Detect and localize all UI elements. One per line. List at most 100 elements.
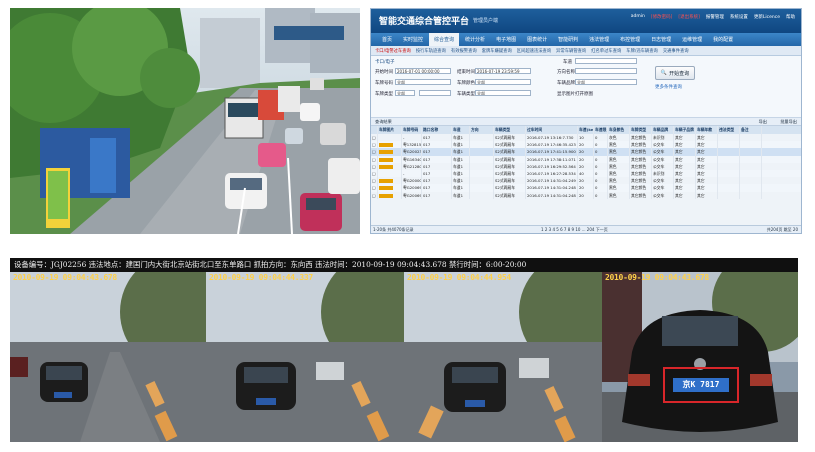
sub-nav: 卡口/电警过车查询 按行车轨迹查询 有效报警查询 套牌车嫌疑查询 区间超速违法查… [371,46,801,56]
open-original-checkbox[interactable]: 打开原图 [575,91,593,97]
cell-limit: 0 [594,155,608,163]
column-header: 车辆子品牌 [674,126,696,134]
row-checkbox[interactable]: □ [371,134,378,142]
plate-thumbnail[interactable] [378,177,402,185]
plate-input[interactable]: 全部 [395,79,451,85]
column-header: 方向 [470,126,494,134]
table-row[interactable]: □ 粤G20069 017 车道1 S2式两厢车 2016-07-19 14:31:04.… [371,191,801,199]
nav-item-config[interactable]: 我的配置 [708,33,738,46]
vehicle-type-select[interactable]: 全部 [475,90,531,96]
cell-ptype: 其它颜色 [630,184,652,192]
alarm-link[interactable]: 报警管理 [706,14,724,20]
subnav-item[interactable]: 交通事件查询 [663,48,689,54]
plate-thumbnail[interactable] [378,134,402,142]
table-row[interactable]: □ -017 车道1 S2式两厢车 2016-07-19 13:16:7.730 10 0 灰… [371,134,801,142]
cell-year: 其它 [696,134,718,142]
nav-item-query[interactable]: 综合查询 [429,33,460,46]
plate-color-select[interactable]: 全部 [475,79,531,85]
subnav-item[interactable]: 套牌车嫌疑查询 [482,48,512,54]
nav-item-logs[interactable]: 日志管理 [646,33,676,46]
table-row[interactable]: □ 粤132815 017 车道1 S2式两厢车 2016-07-19 17:46:35.… [371,141,801,149]
row-checkbox[interactable]: □ [371,191,378,199]
row-checkbox[interactable]: □ [371,162,378,170]
more-conditions-link[interactable]: 更多条件查询 [655,84,682,90]
table-row[interactable]: □ 粤G20069 017 车道1 S2式两厢车 2016-07-19 14:31:04.… [371,184,801,192]
cell-road: 017 [422,177,452,185]
plate-thumbnail[interactable] [378,141,402,149]
plate-thumbnail[interactable] [378,184,402,192]
row-checkbox[interactable]: □ [371,141,378,149]
end-time-input[interactable]: 2016-07-19 23:59:59 [475,68,531,74]
plate-thumbnail[interactable] [378,148,402,156]
logout-link[interactable]: [退出系统] [678,14,700,20]
settings-link[interactable]: 系统设置 [730,14,748,20]
row-checkbox[interactable]: □ [371,184,378,192]
start-time-input[interactable]: 2016-07-01 00:00:00 [395,68,451,74]
row-checkbox[interactable]: □ [371,177,378,185]
nav-item-live[interactable]: 实时监控 [398,33,428,46]
header-link-user[interactable]: admin [631,14,645,20]
cell-brand: 公交车 [652,148,674,156]
cell-road: 017 [422,141,452,149]
page-jump[interactable]: 共204页 跳至 20 [767,226,798,233]
cell-dir [470,134,494,142]
plate-thumbnail[interactable] [378,162,402,170]
nav-item-ops[interactable]: 运维管理 [677,33,707,46]
cell-empty [718,191,740,199]
brand-select[interactable]: 全部 [575,79,637,85]
nav-item-stats[interactable]: 统计分析 [460,33,490,46]
row-checkbox[interactable]: □ [371,155,378,163]
cell-lane: 车道1 [452,162,470,170]
nav-item-charts[interactable]: 图表统计 [522,33,552,46]
search-icon: 🔍 [660,70,668,76]
cell-dir [470,155,494,163]
subnav-item[interactable]: 按行车轨迹查询 [416,48,446,54]
table-row[interactable]: □ 粤G20023 017 车道1 S2式两厢车 2016-07-19 17:41:15.… [371,148,801,156]
nav-item-home[interactable]: 首页 [377,33,397,46]
query-filter-panel: 卡口/电子 开始时间 2016-07-01 00:00:00 结束时间 2016… [371,56,801,118]
nav-item-violations[interactable]: 违法管理 [584,33,614,46]
table-body: □ -017 车道1 S2式两厢车 2016-07-19 13:16:7.730 10 0 灰… [371,134,801,199]
cell-limit: 0 [594,177,608,185]
help-link[interactable]: 帮助 [786,14,795,20]
start-query-label: 开始查询 [669,70,690,77]
export-button[interactable]: 导出 [759,119,767,125]
licence-link[interactable]: 更新Licence [754,14,780,20]
start-query-button[interactable]: 🔍 开始查询 [655,66,695,80]
nav-item-analysis[interactable]: 智能研判 [553,33,583,46]
change-password-link[interactable]: [修改密码] [651,14,673,20]
cell-dir [470,148,494,156]
column-header: 备注 [740,126,762,134]
subnav-item[interactable]: 有效报警查询 [451,48,477,54]
subnav-item[interactable]: 红名单过车查询 [591,48,621,54]
plate-type-extra-input[interactable] [419,90,451,96]
page-links[interactable]: 1 2 3 4 5 6 7 8 9 10 ... 204 下一页 [541,226,608,233]
subnav-item[interactable]: 卡口/电警过车查询 [375,48,411,54]
show-picture-label: 显示图片 [557,92,575,97]
plate-thumbnail[interactable] [378,169,402,178]
cell-road: 017 [422,148,452,156]
pagination: 1-20条 共4070条记录 1 2 3 4 5 6 7 8 9 10 ... … [371,225,801,233]
nav-item-map[interactable]: 电子地图 [491,33,521,46]
column-header[interactable] [371,126,378,134]
cell-road: 017 [422,134,452,142]
record-count: 1-20条 共4070条记录 [373,227,414,232]
subnav-item[interactable]: 异常车辆管查询 [556,48,586,54]
table-row[interactable]: □ -017 车道1 S2式两厢车 2016-07-19 16:27:28.534 40 0… [371,169,801,178]
subnav-item[interactable]: 区间超速违法查询 [517,48,551,54]
plate-thumbnail[interactable] [378,155,402,163]
row-checkbox[interactable]: □ [371,148,378,156]
table-row[interactable]: □ 粤G16340 017 车道1 S2式两厢车 2016-07-19 17:38:11.… [371,155,801,163]
plate-thumbnail[interactable] [378,191,402,199]
table-row[interactable]: □ 粤G20000 017 车道1 S2式两厢车 2016-07-19 14:31:04.… [371,177,801,185]
batch-export-button[interactable]: 批量导出 [780,119,797,125]
row-checkbox[interactable]: □ [371,169,378,178]
plate-type-select[interactable]: 全部 [395,90,415,96]
table-row[interactable]: □ 粤G21280 017 车道1 S2式两厢车 2016-07-19 16:29:52.… [371,162,801,170]
subnav-item[interactable]: 车牌/违车辆查询 [626,48,658,54]
results-table: 车牌图片车牌号码路口名称车道方向车辆类型过车时间车速(km/h)车速限车身颜色车… [371,126,801,199]
cell-empty [740,155,762,163]
nav-item-control[interactable]: 布控管理 [615,33,645,46]
lane-select[interactable] [575,58,637,64]
direction-select[interactable] [575,68,637,74]
